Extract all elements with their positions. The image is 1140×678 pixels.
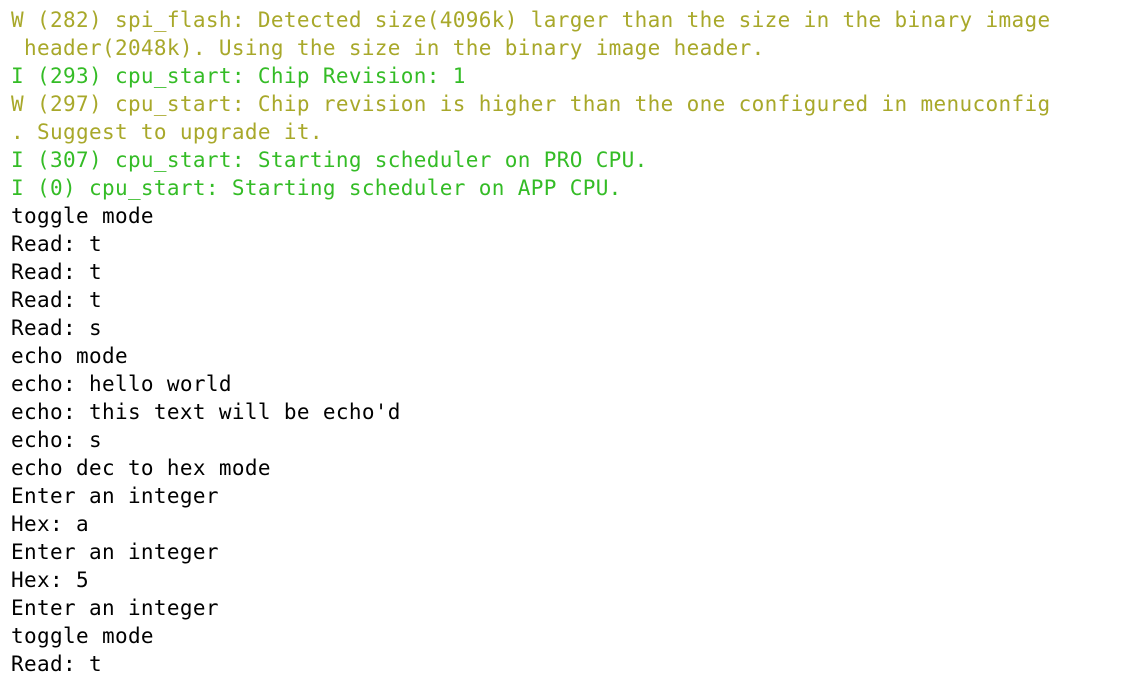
- log-line-info: I (0) cpu_start: Starting scheduler on A…: [11, 176, 622, 200]
- log-line-warning: header(2048k). Using the size in the bin…: [11, 36, 765, 60]
- log-line-output: echo mode: [11, 344, 128, 368]
- log-line-output: Read: s: [11, 316, 102, 340]
- log-line-warning: W (297) cpu_start: Chip revision is high…: [11, 92, 1051, 116]
- log-line-output: Read: t: [11, 652, 102, 676]
- log-line-output: Enter an integer: [11, 484, 219, 508]
- log-line-warning: W (282) spi_flash: Detected size(4096k) …: [11, 8, 1051, 32]
- log-line-info: I (307) cpu_start: Starting scheduler on…: [11, 148, 648, 172]
- log-line-output: echo: s: [11, 428, 102, 452]
- log-line-output: toggle mode: [11, 624, 154, 648]
- log-line-info: I (293) cpu_start: Chip Revision: 1: [11, 64, 466, 88]
- log-line-output: Enter an integer: [11, 540, 219, 564]
- log-line-output: Hex: a: [11, 512, 89, 536]
- log-line-output: echo: this text will be echo'd: [11, 400, 401, 424]
- log-line-output: toggle mode: [11, 204, 154, 228]
- log-line-output: Enter an integer: [11, 596, 219, 620]
- log-line-output: Read: t: [11, 232, 102, 256]
- log-line-output: Hex: 5: [11, 568, 89, 592]
- log-line-output: echo dec to hex mode: [11, 456, 271, 480]
- log-line-output: Read: t: [11, 288, 102, 312]
- log-line-warning: . Suggest to upgrade it.: [11, 120, 323, 144]
- serial-monitor-output[interactable]: W (282) spi_flash: Detected size(4096k) …: [0, 0, 1140, 678]
- log-line-output: Read: t: [11, 260, 102, 284]
- log-line-output: echo: hello world: [11, 372, 232, 396]
